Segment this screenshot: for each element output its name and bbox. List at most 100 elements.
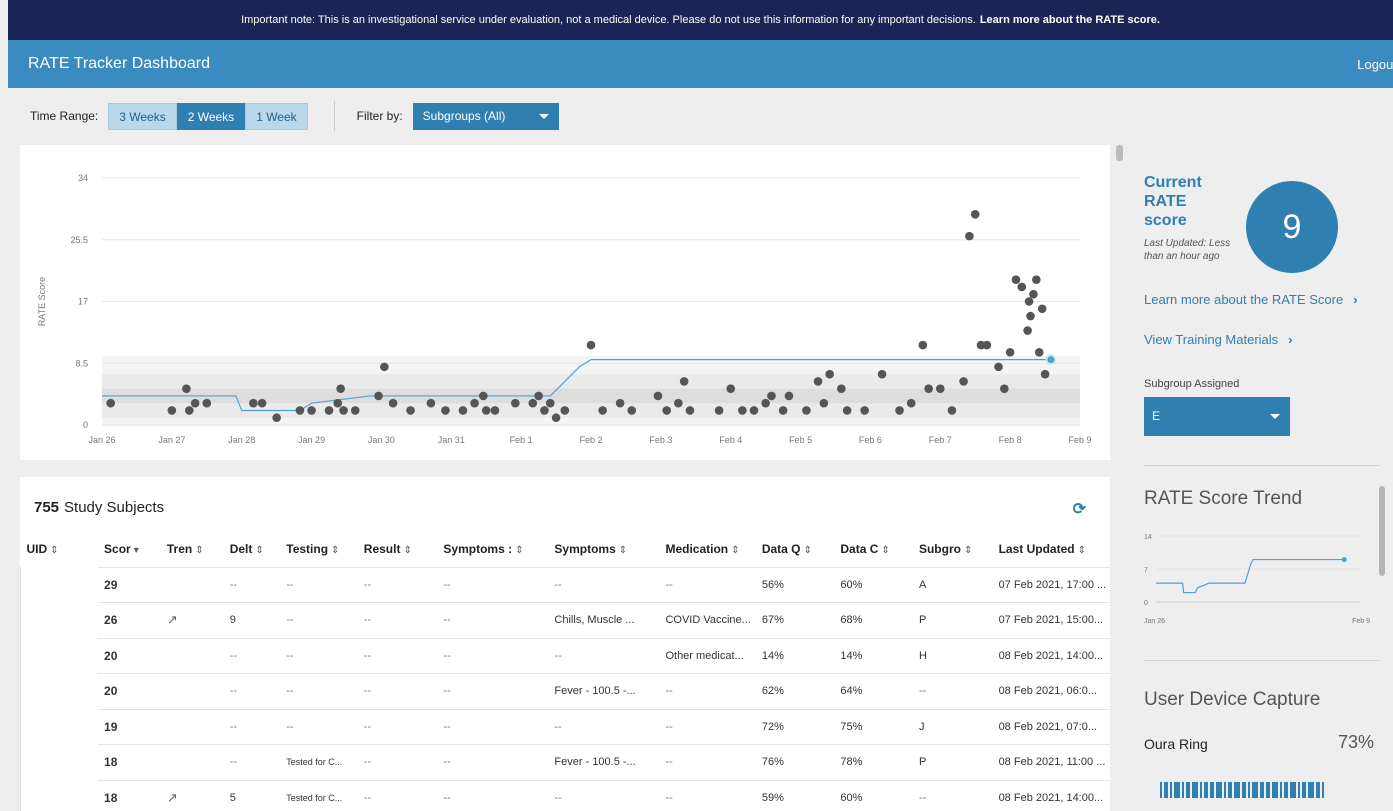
results-cell: -- <box>357 744 438 780</box>
x-tick-label: Jan 27 <box>158 435 185 445</box>
chevron-right-icon: › <box>1288 332 1293 347</box>
table-row[interactable]: 18 ↗ 5 Tested for C... -- -- -- -- 59% 60% -- 08 Fe… <box>20 779 1110 811</box>
sidebar-scrollbar[interactable] <box>1379 486 1385 576</box>
chevron-right-icon: › <box>1353 292 1358 307</box>
table-body: 29 -- -- -- -- -- -- 56% 60% A 07 Feb 2021, 17:00 … <box>20 566 1110 811</box>
capture-stripe <box>1174 782 1176 798</box>
subjects-table: UID ⇕ Scor ▾ Tren ⇕ Delt ⇕ Testing ⇕ Result ⇕ Sympto… <box>20 531 1110 811</box>
data-point <box>965 231 974 241</box>
column-header[interactable]: Data C ⇕ <box>834 531 913 567</box>
time-option-2-weeks[interactable]: 2 Weeks <box>176 102 246 130</box>
data-point <box>257 398 267 408</box>
column-header-label: Subgro <box>918 541 961 556</box>
score-cell: 20 <box>98 637 161 674</box>
capture-stripe <box>1304 782 1306 798</box>
data-point <box>202 398 212 408</box>
capture-stripe <box>1196 782 1198 798</box>
data-point <box>182 384 191 393</box>
column-header[interactable]: Result ⇕ <box>358 531 438 567</box>
chart-scrollbar[interactable] <box>1116 145 1123 161</box>
trend-line <box>1156 558 1345 594</box>
y-tick-label: 34 <box>78 173 88 183</box>
data-point <box>307 406 316 415</box>
column-header[interactable]: Scor ▾ <box>98 531 161 567</box>
y-tick-label: 25.5 <box>70 235 88 245</box>
x-tick-label: Feb 8 <box>999 435 1022 445</box>
learn-more-link[interactable]: Learn more about the RATE Score › <box>1144 292 1358 307</box>
table-row[interactable]: 20 -- -- -- -- -- Other medicat... 14% 14% H 08 Fe… <box>20 637 1110 674</box>
sort-icon: ⇕ <box>403 544 412 556</box>
capture-stripe <box>1310 782 1312 798</box>
capture-stripe <box>1206 782 1208 798</box>
data-point <box>784 391 794 401</box>
notice-link[interactable]: Learn more about the RATE score. <box>980 14 1160 26</box>
data-point <box>490 406 500 415</box>
column-header[interactable]: Medication ⇕ <box>659 531 755 567</box>
column-header[interactable]: Data Q ⇕ <box>756 531 835 567</box>
data-point <box>1037 304 1047 314</box>
refresh-icon[interactable]: ⟳ <box>1073 499 1086 519</box>
column-header[interactable]: UID ⇕ <box>21 531 99 567</box>
sort-icon: ⇕ <box>731 544 740 556</box>
column-header[interactable]: Symptoms ⇕ <box>548 531 659 567</box>
score-cell: 26 <box>98 602 161 638</box>
table-row[interactable]: 26 ↗ 9 -- -- -- Chills, Muscle ... COVID Vaccin… <box>20 602 1110 638</box>
column-header-label: Testing <box>286 541 329 556</box>
dataq-cell: 59% <box>755 779 835 811</box>
symptoms2-cell: -- <box>548 708 660 745</box>
data-point <box>1034 348 1044 357</box>
sort-icon: ⇕ <box>618 544 628 556</box>
column-header[interactable]: Last Updated ⇕ <box>993 531 1110 567</box>
time-option-1-week[interactable]: 1 Week <box>245 102 308 130</box>
data-point <box>190 398 200 408</box>
time-option-3-weeks[interactable]: 3 Weeks <box>108 102 177 130</box>
subgroup-filter-dropdown[interactable]: Subgroups (All) <box>412 102 559 130</box>
table-row[interactable]: 29 -- -- -- -- -- -- 56% 60% A 07 Feb 2021, 17:00 … <box>20 566 1110 603</box>
sort-icon: ⇕ <box>963 544 973 556</box>
uid-cell <box>20 638 99 674</box>
column-header[interactable]: Testing ⇕ <box>280 531 358 567</box>
data-point <box>324 406 334 415</box>
divider <box>1144 465 1380 466</box>
x-tick-label: Jan 28 <box>228 435 255 445</box>
data-point <box>653 391 663 401</box>
capture-stripe <box>1236 782 1238 798</box>
subgroup-assigned-dropdown[interactable]: E <box>1144 397 1290 436</box>
table-row[interactable]: 19 -- -- -- -- -- -- 72% 75% J 08 Feb 2021, 07:0..… <box>20 708 1110 745</box>
column-header-label: Data Q <box>761 541 801 556</box>
datac-cell: 68% <box>834 602 913 638</box>
capture-stripe <box>1224 782 1226 798</box>
data-point <box>551 413 561 423</box>
uid-cell <box>20 780 99 811</box>
data-point <box>479 391 488 401</box>
column-header[interactable]: Delt ⇕ <box>224 531 281 567</box>
column-header-label: Last Updated <box>998 541 1075 556</box>
capture-stripe <box>1170 782 1172 798</box>
data-point <box>685 406 695 415</box>
trend-cell: ↗ <box>160 779 224 811</box>
data-point <box>441 406 450 415</box>
trend-title: RATE Score Trend <box>1144 488 1303 509</box>
medication-cell: -- <box>659 744 756 780</box>
capture-stripe <box>1260 782 1262 798</box>
logout-link[interactable]: Logout <box>1357 57 1393 72</box>
dataq-cell: 72% <box>755 708 835 745</box>
capture-stripe <box>1178 782 1180 798</box>
column-header[interactable]: Tren ⇕ <box>161 531 224 567</box>
data-point <box>1005 348 1015 357</box>
device-name: Oura Ring <box>1144 736 1208 752</box>
training-materials-link[interactable]: View Training Materials › <box>1144 332 1293 347</box>
table-row[interactable]: 18 -- Tested for C... -- -- Fever - 100.5 -..… <box>20 744 1110 780</box>
updated-cell: 07 Feb 2021, 17:00 ... <box>992 566 1110 603</box>
table-row[interactable]: 20 -- -- -- -- Fever - 100.5 -... -- 62% 64% -- 08… <box>20 673 1110 709</box>
data-point <box>374 391 383 401</box>
rate-score-chart: 0 8.5 17 25.5 34 RATE Score Jan 26 Jan 27 Jan 28… <box>20 145 1110 460</box>
column-header[interactable]: Symptoms : ⇕ <box>437 531 548 567</box>
data-point <box>380 362 389 372</box>
subgroup-cell: -- <box>912 779 993 811</box>
current-score-badge: 9 <box>1246 181 1338 273</box>
data-point <box>545 398 555 408</box>
column-header[interactable]: Subgro ⇕ <box>913 531 993 567</box>
data-point <box>350 406 360 415</box>
capture-stripe <box>1216 782 1218 798</box>
